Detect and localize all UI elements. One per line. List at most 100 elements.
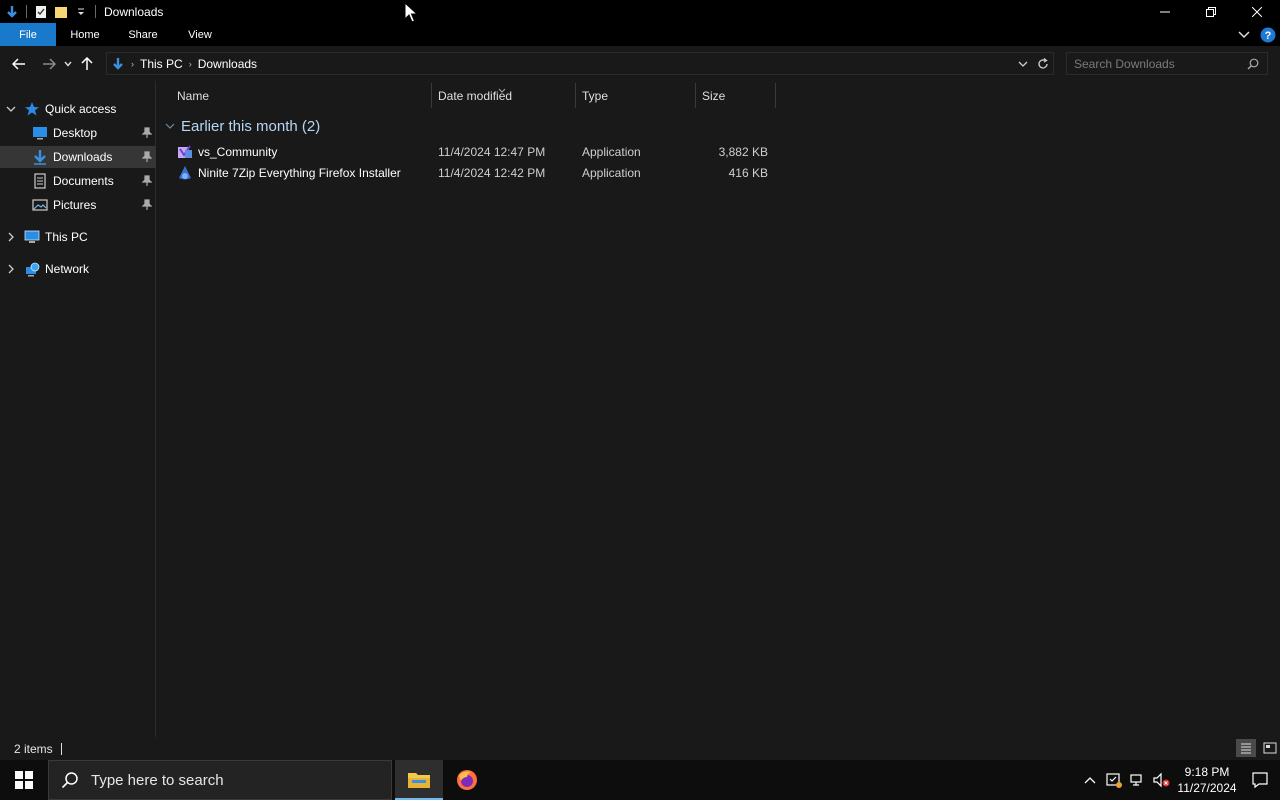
minimize-icon	[1160, 11, 1170, 12]
tab-home[interactable]: Home	[56, 23, 114, 46]
column-label: Type	[582, 88, 609, 103]
search-box[interactable]	[1066, 52, 1268, 75]
pin-icon[interactable]	[142, 175, 152, 187]
shield-icon	[1106, 773, 1122, 788]
network-icon	[24, 261, 40, 277]
title-bar[interactable]: Downloads	[0, 0, 1280, 23]
breadcrumb-downloads[interactable]: Downloads	[198, 57, 257, 71]
network-status-icon	[1130, 774, 1142, 786]
qat-separator	[26, 5, 27, 18]
window-title: Downloads	[104, 4, 164, 19]
group-header[interactable]: Earlier this month (2)	[165, 115, 320, 137]
chevron-right-icon[interactable]	[6, 232, 16, 242]
address-bar[interactable]: › This PC › Downloads	[106, 52, 1054, 75]
search-input[interactable]	[1067, 56, 1243, 71]
column-header-size[interactable]: Size	[696, 83, 775, 108]
forward-button[interactable]	[38, 53, 60, 75]
tray-security-button[interactable]	[1102, 760, 1126, 800]
large-icons-view-button[interactable]	[1260, 739, 1280, 757]
chevron-down-icon[interactable]	[165, 123, 175, 130]
notification-icon	[1252, 772, 1268, 789]
tab-share[interactable]: Share	[114, 23, 172, 46]
restore-icon	[1206, 6, 1216, 17]
column-divider[interactable]	[775, 83, 776, 108]
mouse-cursor-icon	[404, 2, 418, 23]
taskbar-search-box[interactable]: Type here to search	[48, 760, 392, 800]
customize-qat-icon[interactable]	[71, 2, 91, 22]
tray-volume-button[interactable]	[1150, 760, 1174, 800]
action-center-button[interactable]	[1240, 760, 1280, 800]
sidebar-item-desktop[interactable]: Desktop	[0, 122, 156, 144]
details-view-button[interactable]	[1236, 739, 1256, 757]
expand-ribbon-button[interactable]	[1234, 25, 1254, 45]
file-size: 3,882 KB	[718, 144, 768, 159]
search-icon	[1247, 58, 1259, 70]
file-list-pane[interactable]: Name Date modified Type Size Earlier thi…	[157, 81, 1280, 737]
sidebar-item-label: Desktop	[53, 126, 98, 140]
sidebar-item-this-pc[interactable]: This PC	[0, 226, 156, 248]
system-tray: 9:18 PM 11/27/2024	[1078, 760, 1280, 800]
recent-locations-button[interactable]	[60, 53, 76, 75]
sidebar-item-quick-access[interactable]: Quick access	[0, 98, 156, 120]
file-row[interactable]: vs_Community 11/4/2024 12:47 PM Applicat…	[175, 141, 775, 162]
show-hidden-icons-button[interactable]	[1078, 760, 1102, 800]
sidebar-item-label: Downloads	[53, 150, 113, 164]
sidebar-item-label: This PC	[45, 230, 88, 244]
navigation-bar: › This PC › Downloads	[0, 46, 1280, 81]
sidebar-item-documents[interactable]: Documents	[0, 170, 156, 192]
clock-time: 9:18 PM	[1184, 765, 1230, 779]
file-row[interactable]: Ninite 7Zip Everything Firefox Installer…	[175, 162, 775, 183]
download-arrow-icon	[2, 2, 22, 22]
pin-icon[interactable]	[142, 151, 152, 163]
system-clock[interactable]: 9:18 PM 11/27/2024	[1174, 764, 1240, 796]
address-history-button[interactable]	[1015, 55, 1031, 73]
details-view-icon	[1241, 743, 1251, 754]
up-button[interactable]	[76, 53, 98, 75]
pin-icon[interactable]	[142, 127, 152, 139]
chevron-down-icon	[1238, 30, 1250, 38]
sidebar-item-pictures[interactable]: Pictures	[0, 194, 156, 216]
download-folder-icon	[32, 149, 48, 165]
close-button[interactable]	[1234, 0, 1280, 23]
tab-file[interactable]: File	[0, 23, 56, 46]
column-header-type[interactable]: Type	[576, 83, 695, 108]
column-header-date[interactable]: Date modified	[432, 83, 576, 108]
sidebar-item-label: Pictures	[53, 198, 97, 212]
minimize-button[interactable]	[1142, 0, 1188, 23]
breadcrumb-chevron-icon[interactable]: ›	[131, 59, 134, 69]
tray-network-button[interactable]	[1126, 760, 1150, 800]
start-button[interactable]	[0, 760, 48, 800]
properties-icon[interactable]	[31, 2, 51, 22]
pin-icon[interactable]	[142, 199, 152, 211]
new-folder-icon[interactable]	[51, 2, 71, 22]
ninite-icon	[177, 165, 193, 181]
restore-button[interactable]	[1188, 0, 1234, 23]
sidebar-item-label: Documents	[53, 174, 114, 188]
windows-logo-icon	[15, 771, 33, 789]
breadcrumb-chevron-icon[interactable]: ›	[189, 59, 192, 69]
volume-muted-icon	[1153, 772, 1170, 788]
refresh-button[interactable]	[1035, 55, 1051, 73]
pictures-folder-icon	[32, 197, 48, 213]
firefox-icon	[457, 770, 477, 790]
search-icon	[61, 772, 78, 789]
back-button[interactable]	[8, 53, 30, 75]
taskbar-firefox[interactable]	[443, 760, 491, 800]
file-name: vs_Community	[198, 144, 278, 159]
chevron-up-icon	[1084, 777, 1096, 784]
svg-text:?: ?	[1265, 30, 1272, 42]
group-label: Earlier this month (2)	[181, 117, 321, 135]
address-bar-controls	[1015, 55, 1051, 73]
chevron-down-icon[interactable]	[6, 104, 16, 114]
chevron-right-icon[interactable]	[6, 264, 16, 274]
up-arrow-icon	[81, 56, 93, 70]
help-button[interactable]: ?	[1258, 25, 1278, 45]
column-label: Name	[177, 88, 210, 103]
tab-view[interactable]: View	[172, 23, 228, 46]
sidebar-item-network[interactable]: Network	[0, 258, 156, 280]
taskbar-search-placeholder: Type here to search	[91, 771, 224, 789]
column-header-name[interactable]: Name	[157, 83, 432, 108]
breadcrumb-this-pc[interactable]: This PC	[140, 57, 183, 71]
sidebar-item-downloads[interactable]: Downloads	[0, 146, 156, 168]
taskbar-file-explorer[interactable]	[395, 760, 443, 800]
